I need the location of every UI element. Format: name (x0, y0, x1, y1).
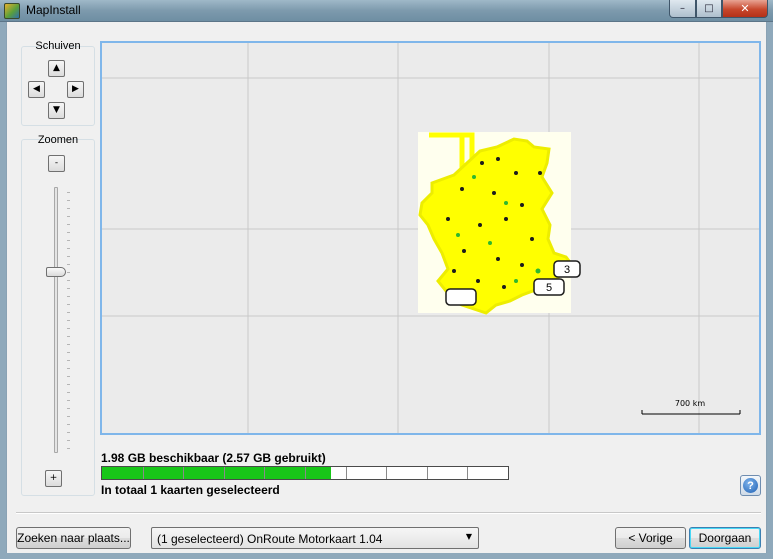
pan-up-button[interactable]: ▲ (48, 60, 65, 77)
map-product-select-value: (1 geselecteerd) OnRoute Motorkaart 1.04 (157, 532, 383, 546)
zoom-group: Zoomen (21, 134, 95, 496)
chevron-down-icon: ▼ (465, 532, 472, 541)
window-frame-right (767, 22, 773, 559)
zoom-slider-tick (67, 352, 70, 353)
storage-bar-divider (264, 467, 266, 479)
storage-bar-divider (386, 467, 388, 479)
zoom-slider-tick (67, 360, 70, 361)
close-icon: ✕ (740, 2, 750, 15)
map-product-select[interactable]: (1 geselecteerd) OnRoute Motorkaart 1.04… (151, 527, 479, 549)
zoom-out-button[interactable]: - (48, 155, 65, 172)
zoom-slider-tick (67, 400, 70, 401)
zoom-slider-tick (67, 256, 70, 257)
zoom-slider-tick (67, 216, 70, 217)
maximize-icon: □ (704, 3, 714, 14)
map-tile-label: 5 (546, 282, 552, 294)
zoom-slider-tick (67, 192, 70, 193)
zoom-slider-tick (67, 416, 70, 417)
previous-button[interactable]: < Vorige (615, 527, 686, 549)
zoom-slider-track[interactable] (54, 187, 58, 453)
continue-button[interactable]: Doorgaan (689, 527, 761, 549)
zoom-slider-tick (67, 440, 70, 441)
help-button[interactable]: ? (740, 475, 761, 496)
storage-available-text: 1.98 GB beschikbaar (2.57 GB gebruikt) (101, 451, 326, 465)
help-icon: ? (743, 478, 758, 493)
storage-bar-divider (305, 467, 306, 479)
zoom-slider-tick (67, 328, 70, 329)
map-scale-bar (641, 410, 741, 415)
pan-right-button[interactable]: ▶ (67, 81, 84, 98)
zoom-slider-tick (67, 264, 70, 265)
zoom-slider-tick (67, 384, 70, 385)
window-frame-bottom (0, 553, 773, 559)
zoom-slider-tick (67, 336, 70, 337)
pan-left-button[interactable]: ◀ (28, 81, 45, 98)
arrow-down-icon: ▼ (53, 105, 60, 115)
mapinstall-app-icon (4, 3, 20, 19)
minimize-button[interactable]: – (669, 0, 696, 18)
storage-bar-divider (223, 467, 225, 479)
zoom-slider-tick (67, 288, 70, 289)
map-tile-label: 3 (564, 264, 570, 276)
map-scale-label: 700 km (674, 399, 706, 408)
zoom-slider-tick (67, 408, 70, 409)
zoom-slider-tick (67, 240, 70, 241)
zoom-in-button[interactable]: + (45, 470, 62, 487)
zoom-group-title: Zoomen (37, 134, 79, 146)
zoom-slider-tick (67, 232, 70, 233)
storage-usage-fill (102, 467, 332, 479)
arrow-left-icon: ◀ (33, 84, 40, 94)
minimize-icon: – (680, 3, 685, 14)
storage-usage-bar (101, 466, 509, 480)
zoom-slider-tick (67, 312, 70, 313)
storage-bar-divider (345, 467, 347, 479)
zoom-slider-tick (67, 424, 70, 425)
selected-maps-text: In totaal 1 kaarten geselecteerd (101, 483, 280, 497)
zoom-slider-tick (67, 344, 70, 345)
search-place-button[interactable]: Zoeken naar plaats... (16, 527, 131, 549)
map-canvas: 3 5 (102, 43, 759, 433)
arrow-right-icon: ▶ (72, 84, 79, 94)
maximize-button[interactable]: □ (696, 0, 722, 18)
zoom-slider-tick (67, 432, 70, 433)
footer-separator (16, 512, 761, 514)
zoom-in-label: + (49, 473, 58, 483)
zoom-slider-tick (67, 376, 70, 377)
zoom-slider-tick (67, 304, 70, 305)
zoom-slider-tick (67, 392, 70, 393)
zoom-out-label: - (54, 158, 59, 168)
pan-down-button[interactable]: ▼ (48, 102, 65, 119)
zoom-slider-tick (67, 280, 70, 281)
storage-bar-divider (183, 467, 185, 479)
zoom-slider-thumb[interactable] (46, 267, 66, 278)
zoom-slider-tick (67, 320, 70, 321)
zoom-slider-tick (67, 248, 70, 249)
storage-bar-divider (467, 467, 469, 479)
zoom-slider-tick (67, 448, 70, 449)
close-button[interactable]: ✕ (722, 0, 768, 18)
zoom-slider-tick (67, 368, 70, 369)
window-title: MapInstall (26, 3, 81, 17)
zoom-slider-tick (67, 224, 70, 225)
title-bar: MapInstall – □ ✕ (0, 0, 773, 22)
zoom-slider-tick (67, 272, 70, 273)
zoom-slider-tick (67, 200, 70, 201)
zoom-slider-tick (67, 296, 70, 297)
storage-bar-divider (142, 467, 144, 479)
map-view[interactable]: 3 5 (100, 41, 761, 435)
storage-bar-divider (426, 467, 428, 479)
arrow-up-icon: ▲ (53, 63, 60, 73)
zoom-slider-tick (67, 208, 70, 209)
pan-group-title: Schuiven (35, 40, 81, 52)
